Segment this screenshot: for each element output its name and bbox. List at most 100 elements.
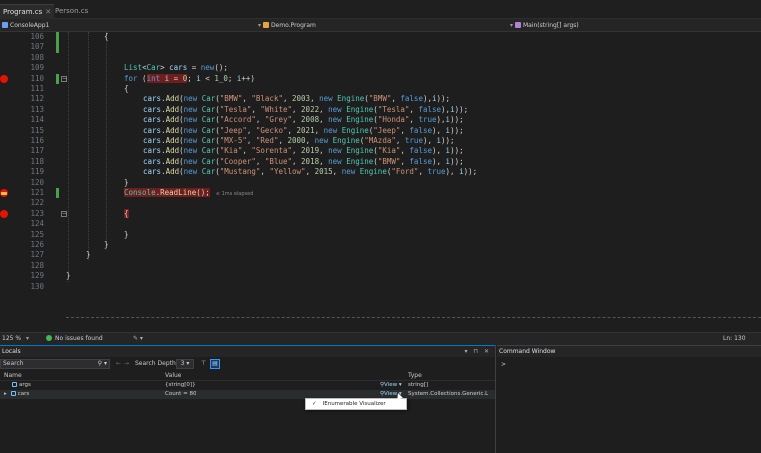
line-number: 129 xyxy=(30,271,44,281)
close-icon[interactable]: ✕ xyxy=(45,8,51,16)
tab-person-cs[interactable]: Person.cs xyxy=(52,4,91,19)
code-text: List<Car> cars = new(); xyxy=(124,63,228,73)
expand-arrow-icon[interactable]: ▸ xyxy=(4,391,7,397)
command-window-title-bar: Command Window xyxy=(497,345,761,357)
row-name: args xyxy=(12,381,31,390)
code-line[interactable]: 117 cars.Add(new Car("Kia", "Sorenta", 20… xyxy=(0,146,761,156)
search-input[interactable]: Search ⚲ ▾ xyxy=(0,359,110,369)
code-line[interactable]: 126} xyxy=(0,240,761,250)
row-value: Count = 80 xyxy=(165,391,197,397)
code-line[interactable]: 122 xyxy=(0,198,761,208)
search-icon[interactable]: ⚲ ▾ xyxy=(98,360,107,368)
view-label: View xyxy=(384,382,398,388)
chevron-down-icon: ▾ xyxy=(258,22,262,29)
breakpoint-icon[interactable] xyxy=(0,74,8,83)
code-line[interactable]: 113 cars.Add(new Car("Tesla", "White", 20… xyxy=(0,105,761,115)
variable-icon xyxy=(12,381,17,387)
issues-text: No issues found xyxy=(55,335,103,342)
code-line[interactable]: 106 { xyxy=(0,32,761,43)
line-number: 106 xyxy=(30,32,44,41)
code-text: } xyxy=(104,240,109,249)
tab-program-cs[interactable]: Program.cs ✕ xyxy=(0,4,55,19)
line-number: 122 xyxy=(30,198,44,208)
code-text: cars.Add(new Car("Tesla", "White", 2022,… xyxy=(143,104,469,114)
code-line[interactable]: 118 cars.Add(new Car("Cooper", "Blue", 20… xyxy=(0,157,761,167)
search-row: Search ⚲ ▾ ← → Search Depth: 3 ▾ ⊤ ▤ xyxy=(0,357,495,371)
search-placeholder: Search xyxy=(3,360,24,367)
table-row[interactable]: args {string[0]} ⚲View ▾ string[] xyxy=(0,381,495,390)
line-number: 109 xyxy=(30,63,44,73)
line-number: 124 xyxy=(30,219,44,229)
code-line[interactable]: 123 − { xyxy=(0,208,761,219)
command-prompt[interactable]: > xyxy=(501,361,506,368)
project-dropdown[interactable]: ConsoleApp1 xyxy=(2,19,256,32)
line-number: 117 xyxy=(30,146,44,156)
code-line[interactable]: 112 cars.Add(new Car("BMW", "Black", 2003… xyxy=(0,94,761,104)
change-indicator xyxy=(56,42,59,53)
type-dropdown[interactable]: ▾ Demo.Program xyxy=(258,19,508,32)
change-indicator xyxy=(56,73,59,84)
code-line[interactable]: 124 xyxy=(0,219,761,229)
check-icon: ✓ xyxy=(312,401,317,407)
row-value: {string[0]} xyxy=(165,382,196,388)
code-line[interactable]: 109 List<Car> cars = new(); xyxy=(0,63,761,73)
type-name: Demo.Program xyxy=(270,22,316,29)
code-editor[interactable]: 106 {107 108 109 List<Car> cars = new(); 110 −… xyxy=(0,32,761,332)
code-line[interactable]: 115 cars.Add(new Car("Jeep", "Gecko", 202… xyxy=(0,126,761,136)
code-line[interactable]: 125} xyxy=(0,230,761,240)
code-text: } xyxy=(124,229,129,239)
code-text: cars.Add(new Car("Mustang", "Yellow", 20… xyxy=(143,167,478,177)
line-number: 114 xyxy=(30,115,44,125)
code-line[interactable]: 111 { xyxy=(0,84,761,94)
search-depth-select[interactable]: 3 ▾ xyxy=(176,359,194,369)
variable-name: args xyxy=(19,382,31,388)
line-number: 128 xyxy=(30,260,44,270)
hex-view-icon[interactable]: ▤ xyxy=(210,359,220,369)
code-line[interactable]: 110 − for (int i = 0; i < 1_0; i++) xyxy=(0,73,761,84)
code-line[interactable]: 127} xyxy=(0,250,761,260)
member-name: Main(string[] args) xyxy=(522,22,579,29)
navigation-bar: ConsoleApp1 ▾ Demo.Program ▾ Main(string… xyxy=(0,19,761,32)
member-dropdown[interactable]: ▾ Main(string[] args) xyxy=(510,19,758,32)
issues-indicator[interactable]: No issues found xyxy=(46,333,103,345)
code-line[interactable]: 130 xyxy=(0,282,761,292)
code-line[interactable]: 129} xyxy=(0,271,761,281)
code-line[interactable]: 128 xyxy=(0,261,761,271)
zoom-level[interactable]: 125 % xyxy=(2,333,21,345)
line-number: 123 xyxy=(30,208,44,218)
code-text: { xyxy=(104,32,109,41)
column-header-value[interactable]: Value xyxy=(165,371,181,381)
pin-icon[interactable]: ⊤ xyxy=(201,357,206,371)
column-header-name[interactable]: Name xyxy=(4,371,22,381)
line-number: 110 xyxy=(30,73,44,83)
code-line[interactable]: 119 cars.Add(new Car("Mustang", "Yellow",… xyxy=(0,167,761,177)
view-button[interactable]: ⚲View ▾ xyxy=(380,381,402,390)
brush-icon[interactable]: ✎ ▾ xyxy=(133,333,143,345)
variable-name: cars xyxy=(17,391,30,397)
collapse-icon[interactable]: − xyxy=(61,210,67,217)
visualizer-menu[interactable]: ✓ IEnumerable Visualizer xyxy=(305,398,407,410)
arrow-left-icon[interactable]: ← xyxy=(116,357,121,371)
code-text: } xyxy=(124,177,129,187)
code-line[interactable]: 108 xyxy=(0,53,761,63)
collapse-icon[interactable]: − xyxy=(61,75,67,82)
code-text: { xyxy=(124,208,129,218)
line-number: 112 xyxy=(30,94,44,104)
arrow-right-icon[interactable]: → xyxy=(124,357,129,371)
current-statement-breakpoint-icon[interactable] xyxy=(0,189,8,197)
tab-label: Program.cs xyxy=(3,8,43,16)
column-header-type[interactable]: Type xyxy=(408,371,422,381)
document-tab-bar: Program.cs ✕ Person.cs xyxy=(0,0,761,19)
code-line[interactable]: 114 cars.Add(new Car("Accord", "Grey", 20… xyxy=(0,115,761,125)
change-indicator xyxy=(56,188,59,199)
breakpoint-icon[interactable] xyxy=(0,209,8,218)
visualizer-menu-item[interactable]: IEnumerable Visualizer xyxy=(323,401,386,407)
code-line[interactable]: 120} xyxy=(0,178,761,188)
table-row[interactable]: ▸ cars Count = 80 ⚲View ▾ System.Collecti… xyxy=(0,390,495,399)
code-line[interactable]: 107 xyxy=(0,42,761,53)
code-line[interactable]: 121 Console.ReadLine(); ≤ 1ms elapsed xyxy=(0,188,761,199)
code-text: cars.Add(new Car("Jeep", "Gecko", 2021, … xyxy=(143,125,464,135)
chevron-down-icon[interactable]: ▾ xyxy=(26,333,29,345)
code-line[interactable]: 116 cars.Add(new Car("MX-5", "Red", 2000,… xyxy=(0,136,761,146)
line-number: 108 xyxy=(30,52,44,62)
